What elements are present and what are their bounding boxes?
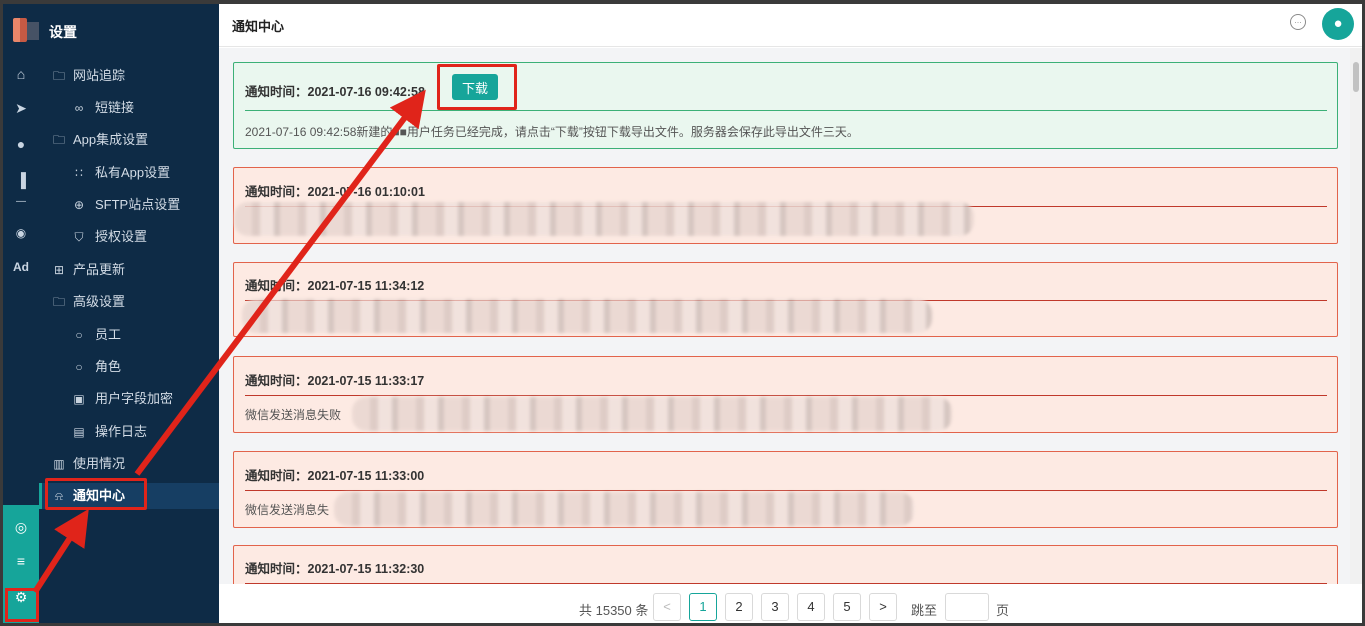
send-icon[interactable]: ➤ <box>3 100 39 117</box>
sidebar-item-usage[interactable]: ▥ 使用情况 <box>39 451 219 477</box>
top-header: 通知中心 … ● <box>219 4 1362 47</box>
notification-card: 通知时间：2021-07-16 01:10:01 <box>233 167 1338 244</box>
logo-blurred <box>27 22 39 40</box>
grid-icon: ⊞ <box>53 263 65 277</box>
redacted-content <box>242 299 932 333</box>
icon-rail: ⌂ ➤ ● ▐ — ◉ Ad ◎ ≡ ⚙ <box>3 4 39 623</box>
bar-chart-icon[interactable]: ▐ <box>3 172 39 188</box>
notification-highlight-box <box>45 478 147 510</box>
page-button-2[interactable]: 2 <box>725 593 753 621</box>
divider <box>245 395 1327 396</box>
page-button-5[interactable]: 5 <box>833 593 861 621</box>
encrypt-icon: ▣ <box>73 392 85 406</box>
scrollbar-thumb[interactable] <box>1353 62 1359 92</box>
page-button-3[interactable]: 3 <box>761 593 789 621</box>
gear-highlight-box <box>5 588 39 622</box>
page-title: 通知中心 <box>232 19 285 34</box>
sidebar-item-private-app[interactable]: ∷ 私有App设置 <box>39 160 219 186</box>
sidebar-title: 设置 <box>49 24 77 40</box>
prev-page-button[interactable]: < <box>653 593 681 621</box>
sidebar-item-app-integration[interactable]: 🗀 App集成设置 <box>39 127 219 153</box>
notification-time: 通知时间：2021-07-15 11:34:12 <box>245 279 425 293</box>
notification-body: 2021-07-16 09:42:58新建的■■用户任务已经完成，请点击“下载”… <box>245 125 859 139</box>
divider-icon: — <box>16 196 26 207</box>
ad-icon[interactable]: Ad <box>3 260 39 274</box>
sidebar-item-website-tracking[interactable]: 🗀 网站追踪 <box>39 63 219 89</box>
link-icon: ∞ <box>74 101 84 115</box>
notification-body: 微信发送消息失 <box>245 503 330 517</box>
user-icon: ○ <box>75 328 83 342</box>
logo <box>13 18 27 42</box>
globe-icon: ⊕ <box>73 198 85 212</box>
notification-body: 微信发送消息失败 <box>245 408 342 422</box>
sidebar: 设置 🗀 网站追踪 ∞ 短链接 🗀 App集成设置 ∷ 私有App设置 ⊕ SFTP站点设… <box>39 4 219 623</box>
notification-time: 通知时间：2021-07-16 09:42:58 <box>245 85 425 99</box>
sidebar-item-advanced[interactable]: 🗀 高级设置 <box>39 289 219 315</box>
page-button-1[interactable]: 1 <box>689 593 717 621</box>
redacted-content <box>334 492 914 526</box>
usage-icon: ▥ <box>53 457 65 471</box>
sidebar-item-product-updates[interactable]: ⊞ 产品更新 <box>39 257 219 283</box>
redacted-content <box>352 397 952 431</box>
role-icon: ○ <box>75 360 83 374</box>
scrollbar[interactable] <box>1350 48 1362 584</box>
target-icon[interactable]: ◎ <box>3 519 39 536</box>
notification-card: 通知时间：2021-07-15 11:32:30 <box>233 545 1338 584</box>
avatar[interactable]: ● <box>1322 8 1354 40</box>
shield-icon: ⛉ <box>74 230 84 244</box>
folder-icon: 🗀 <box>52 133 65 147</box>
sidebar-item-operation-log[interactable]: ▤ 操作日志 <box>39 419 219 445</box>
sidebar-item-field-encryption[interactable]: ▣ 用户字段加密 <box>39 386 219 412</box>
apps-icon: ∷ <box>75 166 83 180</box>
notification-time: 通知时间：2021-07-15 11:32:30 <box>245 562 425 576</box>
jump-label: 跳至 <box>911 603 938 618</box>
sidebar-item-role[interactable]: ○ 角色 <box>39 354 219 380</box>
chat-icon[interactable]: … <box>1290 14 1306 30</box>
divider <box>245 490 1327 491</box>
sidebar-item-sftp[interactable]: ⊕ SFTP站点设置 <box>39 192 219 218</box>
sidebar-item-staff[interactable]: ○ 员工 <box>39 322 219 348</box>
notification-time: 通知时间：2021-07-15 11:33:17 <box>245 374 425 388</box>
notification-card: 通知时间：2021-07-15 11:34:12 <box>233 262 1338 337</box>
redacted-content <box>234 202 974 236</box>
notification-card: 通知时间：2021-07-15 11:33:17 微信发送消息失败 <box>233 356 1338 433</box>
page-unit-label: 页 <box>996 603 1010 618</box>
sidebar-item-short-link[interactable]: ∞ 短链接 <box>39 95 219 121</box>
notification-card: 通知时间：2021-07-15 11:33:00 微信发送消息失 <box>233 451 1338 528</box>
notification-time: 通知时间：2021-07-16 01:10:01 <box>245 185 425 199</box>
folder-icon: 🗀 <box>52 69 65 83</box>
page-button-4[interactable]: 4 <box>797 593 825 621</box>
next-page-button[interactable]: > <box>869 593 897 621</box>
log-icon: ▤ <box>73 425 85 439</box>
total-count: 共 15350 条 <box>579 603 649 618</box>
notification-list: 通知时间：2021-07-16 09:42:58 下载 2021-07-16 0… <box>219 48 1350 584</box>
pagination: 共 15350 条 < 1 2 3 4 5 > 跳至 页 <box>219 584 1356 623</box>
user-icon[interactable]: ● <box>3 136 39 152</box>
jump-page-input[interactable] <box>945 593 989 621</box>
sidebar-item-authorization[interactable]: ⛉ 授权设置 <box>39 224 219 250</box>
wechat-icon[interactable]: ◉ <box>3 226 39 240</box>
folder-icon: 🗀 <box>52 295 65 309</box>
notification-time: 通知时间：2021-07-15 11:33:00 <box>245 469 425 483</box>
active-indicator <box>39 483 42 509</box>
download-highlight-box <box>437 64 517 110</box>
divider <box>245 110 1327 111</box>
notification-card: 通知时间：2021-07-16 09:42:58 下载 2021-07-16 0… <box>233 62 1338 149</box>
home-icon[interactable]: ⌂ <box>3 66 39 82</box>
server-icon[interactable]: ≡ <box>3 553 39 569</box>
app-window: ⌂ ➤ ● ▐ — ◉ Ad ◎ ≡ ⚙ 设置 🗀 网站追踪 ∞ 短链接 🗀 App集… <box>0 0 1365 626</box>
